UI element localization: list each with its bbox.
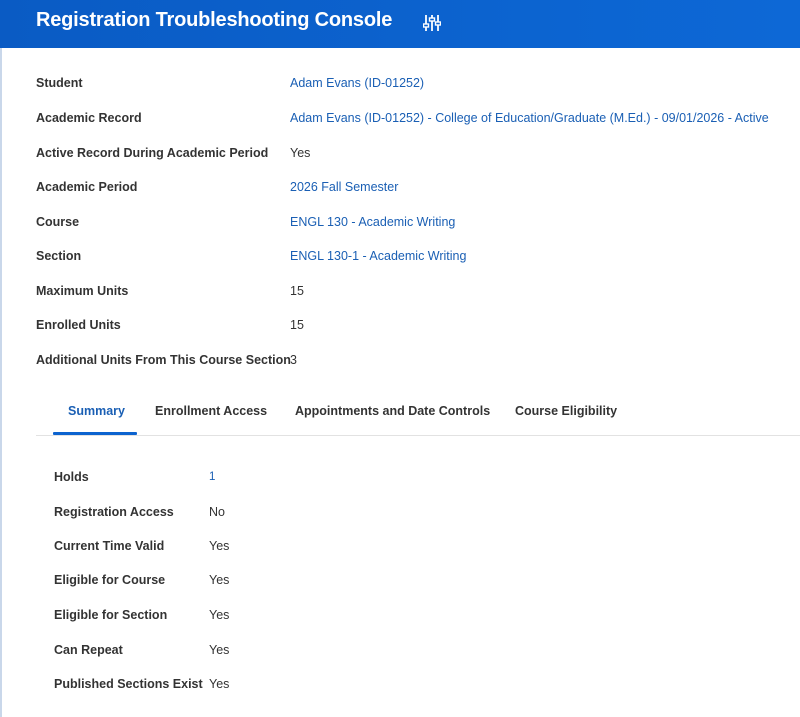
- detail-label: Academic Period: [36, 180, 138, 194]
- summary-label: Eligible for Section: [54, 608, 168, 622]
- active-tab-indicator: [53, 432, 137, 435]
- summary-value: Yes: [209, 539, 230, 553]
- detail-label: Maximum Units: [36, 284, 129, 298]
- detail-label: Additional Units From This Course Sectio…: [36, 353, 291, 367]
- tab-bar: Summary Enrollment Access Appointments a…: [36, 395, 800, 436]
- student-link[interactable]: Adam Evans (ID-01252): [290, 76, 424, 90]
- summary-value: Yes: [209, 677, 230, 691]
- tab-appointments-and-date-controls[interactable]: Appointments and Date Controls: [295, 404, 490, 418]
- tab-enrollment-access[interactable]: Enrollment Access: [155, 404, 267, 418]
- section-link[interactable]: ENGL 130-1 - Academic Writing: [290, 249, 466, 263]
- tab-summary[interactable]: Summary: [68, 404, 125, 418]
- summary-label: Published Sections Exist: [54, 677, 203, 691]
- course-link[interactable]: ENGL 130 - Academic Writing: [290, 215, 455, 229]
- detail-value: 15: [290, 284, 304, 298]
- summary-label: Can Repeat: [54, 643, 123, 657]
- summary-value: Yes: [209, 643, 230, 657]
- holds-count-link[interactable]: 1: [209, 471, 215, 483]
- detail-value: 15: [290, 318, 304, 332]
- page-title: Registration Troubleshooting Console: [36, 9, 393, 31]
- detail-value: 3: [290, 353, 297, 367]
- detail-label: Active Record During Academic Period: [36, 146, 269, 160]
- detail-value: Yes: [290, 146, 311, 160]
- detail-label: Course: [36, 215, 80, 229]
- summary-label: Registration Access: [54, 505, 174, 519]
- console-header: Registration Troubleshooting Console: [0, 0, 800, 48]
- detail-label: Enrolled Units: [36, 318, 121, 332]
- detail-label: Section: [36, 249, 82, 263]
- detail-label: Student: [36, 76, 83, 90]
- academic-period-link[interactable]: 2026 Fall Semester: [290, 180, 398, 194]
- summary-value: Yes: [209, 608, 230, 622]
- summary-label: Eligible for Course: [54, 573, 166, 587]
- tune-sliders-icon[interactable]: [423, 13, 441, 33]
- summary-value: Yes: [209, 573, 230, 587]
- summary-value: No: [209, 505, 225, 519]
- academic-record-link[interactable]: Adam Evans (ID-01252) - College of Educa…: [290, 111, 769, 125]
- summary-label: Holds: [54, 470, 89, 484]
- summary-label: Current Time Valid: [54, 539, 165, 553]
- tab-course-eligibility[interactable]: Course Eligibility: [515, 404, 617, 418]
- detail-label: Academic Record: [36, 111, 142, 125]
